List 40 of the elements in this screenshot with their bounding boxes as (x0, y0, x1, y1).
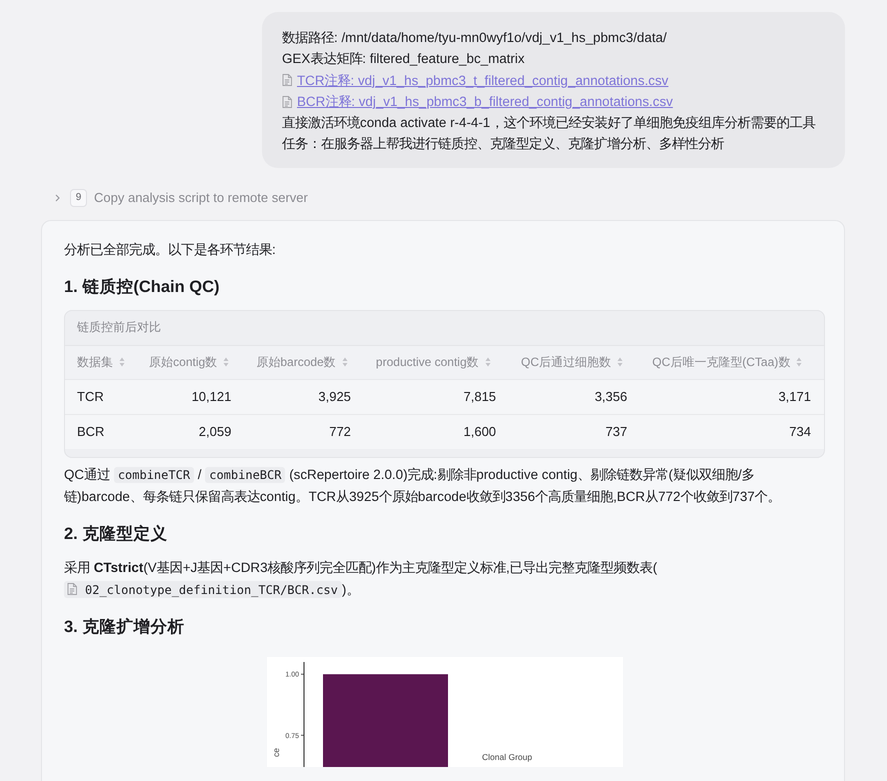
table-cell: 3,925 (244, 379, 364, 414)
message-text: GEX表达矩阵: filtered_feature_bc_matrix (282, 50, 525, 68)
legend-title: Clonal Group (482, 752, 532, 762)
file-icon (282, 96, 292, 108)
table-cell: 1,600 (364, 414, 510, 449)
table-cell: BCR (65, 414, 138, 449)
file-link[interactable]: TCR注释: vdj_v1_hs_pbmc3_t_filtered_contig_annotations.csv (297, 70, 668, 91)
file-icon (67, 582, 77, 595)
table-cell: 772 (244, 414, 364, 449)
table-cell: 737 (509, 414, 640, 449)
table-cell: 2,059 (137, 414, 244, 449)
table-cell: 7,815 (364, 379, 510, 414)
table-caption: 链质控前后对比 (76, 319, 162, 336)
file-link[interactable]: BCR注释: vdj_v1_hs_pbmc3_b_filtered_contig_annotations.csv (297, 90, 673, 112)
column-header[interactable]: QC后通过细胞数 (509, 345, 640, 380)
paragraph: 分析已全部完成。以下是各环节结果: (64, 240, 277, 259)
table-cell: 3,356 (509, 379, 640, 414)
file-icon (282, 74, 292, 86)
column-header[interactable]: productive contig数 (364, 345, 510, 380)
file-link[interactable]: 02_clonotype_definition_TCR/BCR.csv (64, 580, 342, 598)
axis-label: ce (270, 748, 280, 757)
table-cell: TCR (65, 379, 138, 414)
column-header[interactable]: 原始barcode数 (244, 345, 364, 380)
section-heading: 2. 克隆型定义 (64, 524, 168, 545)
step-label: Copy analysis script to remote server (94, 190, 308, 206)
table-cell: 734 (640, 414, 824, 449)
table-cell: 3,171 (640, 379, 824, 414)
section-heading: 1. 链质控(Chain QC) (64, 276, 221, 298)
chevron-icon[interactable] (55, 194, 60, 202)
column-header[interactable]: 原始contig数 (137, 345, 244, 380)
message-text: 数据路径: /mnt/data/home/tyu-mn0wyf1o/vdj_v1_hs_pbmc3/data/ (282, 29, 667, 47)
step-number: 9 (70, 188, 87, 207)
paragraph: 采用 CTstrict(V基因+J基因+CDR3核酸序列完全匹配)作为主克隆型定义标准,已导出完整克隆型频数表( 02_clonotype_definition_TCR/BCR.csv )。 (64, 558, 658, 600)
column-header[interactable]: QC后唯一克隆型(CTaa)数 (640, 345, 824, 380)
column-header[interactable]: 数据集 (65, 345, 138, 380)
section-heading: 3. 克隆扩增分析 (64, 616, 186, 638)
message-text: 直接激活环境conda activate r-4-4-1，这个环境已经安装好了单细胞免疫组库分析需要的工具 (282, 114, 816, 132)
paragraph: QC通过 combineTCR / combineBCR (scRepertoire 2.0.0)完成:剔除非productive contig、剔除链数异常(疑似双细胞/多链)barcode、每条链只保留高表达contig。TCR从3925个原始barcode收敛到3356个高质量细胞,BCR从772个收敛到737个。 (64, 466, 782, 506)
message-text: 任务：在服务器上帮我进行链质控、克隆型定义、克隆扩增分析、多样性分析 (282, 135, 724, 154)
table-cell: 10,121 (137, 379, 244, 414)
